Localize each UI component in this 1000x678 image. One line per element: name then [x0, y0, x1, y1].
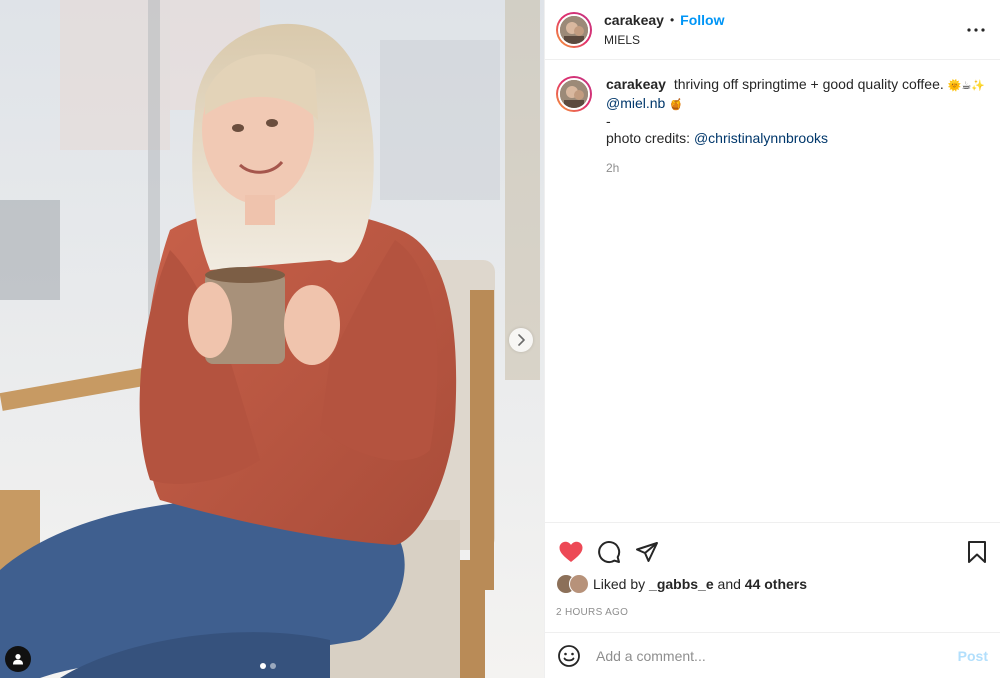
- caption-dash: -: [606, 113, 611, 129]
- caption-age[interactable]: 2h: [606, 160, 986, 177]
- credits-mention-link[interactable]: @christinalynnbrooks: [694, 130, 828, 146]
- caption: carakeay thriving off springtime + good …: [556, 76, 988, 177]
- carousel-dot: [270, 663, 276, 669]
- more-options-icon: [967, 27, 985, 32]
- more-options-button[interactable]: [964, 18, 988, 42]
- likes-joiner: and: [717, 576, 741, 592]
- caption-emojis: 🌞☕✨: [947, 80, 985, 92]
- header-text: carakeay • Follow MIELS: [604, 12, 964, 47]
- likes-summary: Liked by _gabbs_e and 44 others: [556, 574, 988, 594]
- caption-honey-emoji: 🍯: [669, 98, 683, 111]
- liker-avatar: [569, 574, 589, 594]
- caption-username[interactable]: carakeay: [606, 76, 666, 92]
- share-button[interactable]: [632, 537, 662, 567]
- caption-line-4: photo credits: @christinalynnbrooks: [606, 130, 986, 147]
- carousel-indicator: [260, 663, 276, 669]
- comments-area[interactable]: carakeay thriving off springtime + good …: [545, 60, 1000, 522]
- user-tag-icon: [13, 654, 23, 665]
- first-liker-link[interactable]: _gabbs_e: [649, 576, 714, 592]
- avatar-image: [558, 78, 590, 110]
- post-header: carakeay • Follow MIELS: [545, 0, 1000, 60]
- separator-dot: •: [669, 13, 675, 27]
- mention-link[interactable]: @miel.nb: [606, 95, 665, 111]
- caption-line-1: carakeay thriving off springtime + good …: [606, 76, 986, 95]
- liker-avatars[interactable]: [556, 574, 589, 594]
- post-dialog: carakeay • Follow MIELS carakeay thrivin…: [0, 0, 1000, 678]
- add-comment-bar: Post: [545, 632, 1000, 678]
- credits-label: photo credits:: [606, 129, 691, 146]
- post-media[interactable]: [0, 0, 544, 678]
- header-row: carakeay • Follow: [604, 12, 964, 28]
- avatar-image: [558, 13, 590, 46]
- action-bar: Liked by _gabbs_e and 44 others 2 HOURS …: [545, 522, 1000, 632]
- post-timestamp[interactable]: 2 HOURS AGO: [556, 607, 988, 618]
- paper-plane-icon: [636, 542, 658, 562]
- tagged-users-button[interactable]: [5, 646, 31, 672]
- action-icons: [556, 529, 988, 575]
- comment-bubble-icon: [598, 541, 621, 564]
- author-username[interactable]: carakeay: [604, 12, 664, 28]
- post-photo: [0, 0, 544, 678]
- heart-filled-icon: [559, 541, 583, 562]
- follow-button[interactable]: Follow: [680, 12, 724, 28]
- post-sidebar: carakeay • Follow MIELS carakeay thrivin…: [544, 0, 1000, 678]
- author-avatar[interactable]: [556, 11, 592, 48]
- save-button[interactable]: [962, 537, 992, 567]
- avatar-photo: [560, 15, 588, 44]
- caption-line-2: @miel.nb 🍯: [606, 95, 986, 114]
- next-photo-button[interactable]: [509, 328, 533, 352]
- bookmark-icon: [968, 541, 986, 563]
- like-button[interactable]: [556, 537, 586, 567]
- post-comment-button[interactable]: Post: [958, 648, 988, 664]
- caption-avatar[interactable]: [556, 76, 592, 112]
- smiley-icon: [558, 644, 580, 667]
- likes-others-link[interactable]: 44 others: [745, 576, 807, 592]
- carousel-dot-active: [260, 663, 266, 669]
- location-link[interactable]: MIELS: [604, 33, 964, 47]
- comment-input[interactable]: [594, 646, 958, 665]
- caption-body: carakeay thriving off springtime + good …: [606, 76, 986, 177]
- chevron-right-icon: [518, 334, 525, 346]
- caption-text: thriving off springtime + good quality c…: [673, 76, 944, 92]
- avatar-photo: [560, 80, 588, 108]
- emoji-button[interactable]: [556, 643, 582, 669]
- comment-button[interactable]: [594, 537, 624, 567]
- likes-prefix: Liked by: [593, 576, 646, 592]
